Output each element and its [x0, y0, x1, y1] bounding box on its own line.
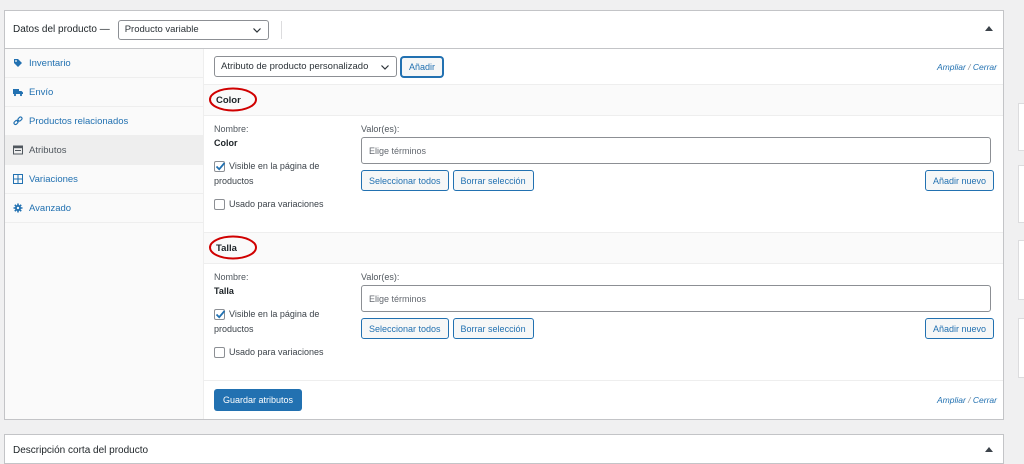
gear-icon — [13, 203, 23, 213]
attribute-type-select[interactable]: Atributo de producto personalizado — [214, 56, 397, 77]
expand-link[interactable]: Ampliar — [937, 62, 966, 72]
header-separator — [281, 21, 282, 39]
clear-selection-button[interactable]: Borrar selección — [452, 318, 534, 339]
attributes-toolbar: Atributo de producto personalizado Añadi… — [204, 49, 1003, 85]
attribute-body: Nombre: Talla Visible en la página de pr… — [204, 264, 1003, 381]
sidebar-item-label: Avanzado — [29, 202, 72, 214]
sidebar-item-label: Variaciones — [29, 173, 78, 185]
variations-label: Usado para variaciones — [229, 347, 324, 357]
product-data-panel: Datos del producto — Producto variable I… — [4, 10, 1004, 420]
sidebar-item-avanzado[interactable]: Avanzado — [5, 194, 203, 223]
sidebar-item-variaciones[interactable]: Variaciones — [5, 165, 203, 194]
add-attribute-button[interactable]: Añadir — [401, 56, 444, 77]
attribute-header[interactable]: Color — [204, 85, 1003, 116]
chevron-down-icon — [252, 27, 261, 33]
annotation-circle — [209, 87, 257, 112]
checkmark-icon — [215, 310, 226, 319]
expand-close-links: Ampliar / Cerrar — [937, 395, 997, 405]
right-edge-panel — [1018, 240, 1024, 300]
terms-input[interactable]: Elige términos — [361, 285, 991, 312]
terms-buttons: Seleccionar todos Borrar selección — [361, 318, 538, 339]
attribute-header[interactable]: Talla — [204, 233, 1003, 264]
product-data-tabs: Inventario Envío Productos relacionados … — [5, 49, 204, 419]
name-label: Nombre: — [214, 272, 249, 282]
sidebar-item-envio[interactable]: Envío — [5, 78, 203, 107]
attribute-color: Color Nombre: Color Visible en la página… — [204, 85, 1003, 233]
add-new-term-button[interactable]: Añadir nuevo — [924, 318, 994, 339]
terms-placeholder: Elige términos — [369, 293, 427, 304]
visible-label: Visible en la página de — [229, 309, 320, 319]
visible-checkbox[interactable] — [214, 161, 226, 172]
tag-icon — [14, 59, 22, 67]
variations-label: Usado para variaciones — [229, 199, 324, 209]
collapse-arrow-icon[interactable] — [985, 25, 993, 31]
sidebar-item-label: Atributos — [29, 144, 67, 156]
close-link[interactable]: Cerrar — [973, 62, 997, 72]
product-type-select[interactable]: Producto variable — [117, 19, 269, 40]
clear-selection-button[interactable]: Borrar selección — [452, 170, 534, 191]
save-attributes-button[interactable]: Guardar atributos — [214, 388, 303, 411]
collapse-arrow-icon[interactable] — [985, 446, 993, 452]
short-description-panel: Descripción corta del producto — [4, 434, 1004, 464]
select-all-button[interactable]: Seleccionar todos — [361, 318, 449, 339]
visible-checkbox[interactable] — [214, 309, 226, 320]
select-all-button[interactable]: Seleccionar todos — [361, 170, 449, 191]
sidebar-item-label: Productos relacionados — [29, 115, 129, 127]
name-label: Nombre: — [214, 124, 249, 134]
links-separator: / — [968, 395, 971, 405]
right-edge-panel — [1018, 103, 1024, 151]
right-edge-panel — [1018, 318, 1024, 378]
variations-checkbox[interactable] — [214, 199, 225, 210]
sidebar-item-productos-relacionados[interactable]: Productos relacionados — [5, 107, 203, 136]
variations-checkbox[interactable] — [214, 347, 225, 358]
links-separator: / — [968, 62, 971, 72]
attribute-body: Nombre: Color Visible en la página de pr… — [204, 116, 1003, 233]
expand-close-links: Ampliar / Cerrar — [937, 62, 997, 72]
add-new-term-button[interactable]: Añadir nuevo — [924, 170, 994, 191]
values-label: Valor(es): — [361, 124, 400, 134]
product-data-header: Datos del producto — Producto variable — [5, 11, 1003, 49]
visible-label-cont: productos — [214, 176, 254, 186]
panel-title: Datos del producto — — [13, 24, 110, 35]
truck-icon — [13, 89, 23, 97]
link-icon — [13, 116, 23, 126]
right-edge-panel — [1018, 165, 1024, 223]
sidebar-item-label: Envío — [29, 86, 54, 98]
name-value: Talla — [214, 286, 234, 296]
list-icon — [13, 145, 23, 155]
sidebar-item-atributos[interactable]: Atributos — [5, 136, 203, 165]
close-link[interactable]: Cerrar — [973, 395, 997, 405]
grid-icon — [13, 174, 23, 184]
checkmark-icon — [215, 162, 226, 171]
attribute-type-value: Atributo de producto personalizado — [221, 61, 369, 72]
sidebar-item-label: Inventario — [29, 57, 71, 69]
attribute-talla: Talla Nombre: Talla Visible en la página… — [204, 233, 1003, 381]
terms-input[interactable]: Elige términos — [361, 137, 991, 164]
product-type-value: Producto variable — [124, 24, 199, 35]
name-value: Color — [214, 138, 238, 148]
short-description-title: Descripción corta del producto — [13, 445, 149, 456]
expand-link[interactable]: Ampliar — [937, 395, 966, 405]
sidebar-item-inventario[interactable]: Inventario — [5, 49, 203, 78]
attributes-footer: Guardar atributos Ampliar / Cerrar — [204, 381, 1003, 418]
terms-buttons: Seleccionar todos Borrar selección — [361, 170, 538, 191]
chevron-down-icon — [381, 64, 389, 70]
annotation-circle — [209, 235, 257, 260]
terms-placeholder: Elige términos — [369, 145, 427, 156]
values-label: Valor(es): — [361, 272, 400, 282]
visible-label: Visible en la página de — [229, 161, 320, 171]
attributes-panel: Atributo de producto personalizado Añadi… — [204, 49, 1003, 419]
visible-label-cont: productos — [214, 324, 254, 334]
